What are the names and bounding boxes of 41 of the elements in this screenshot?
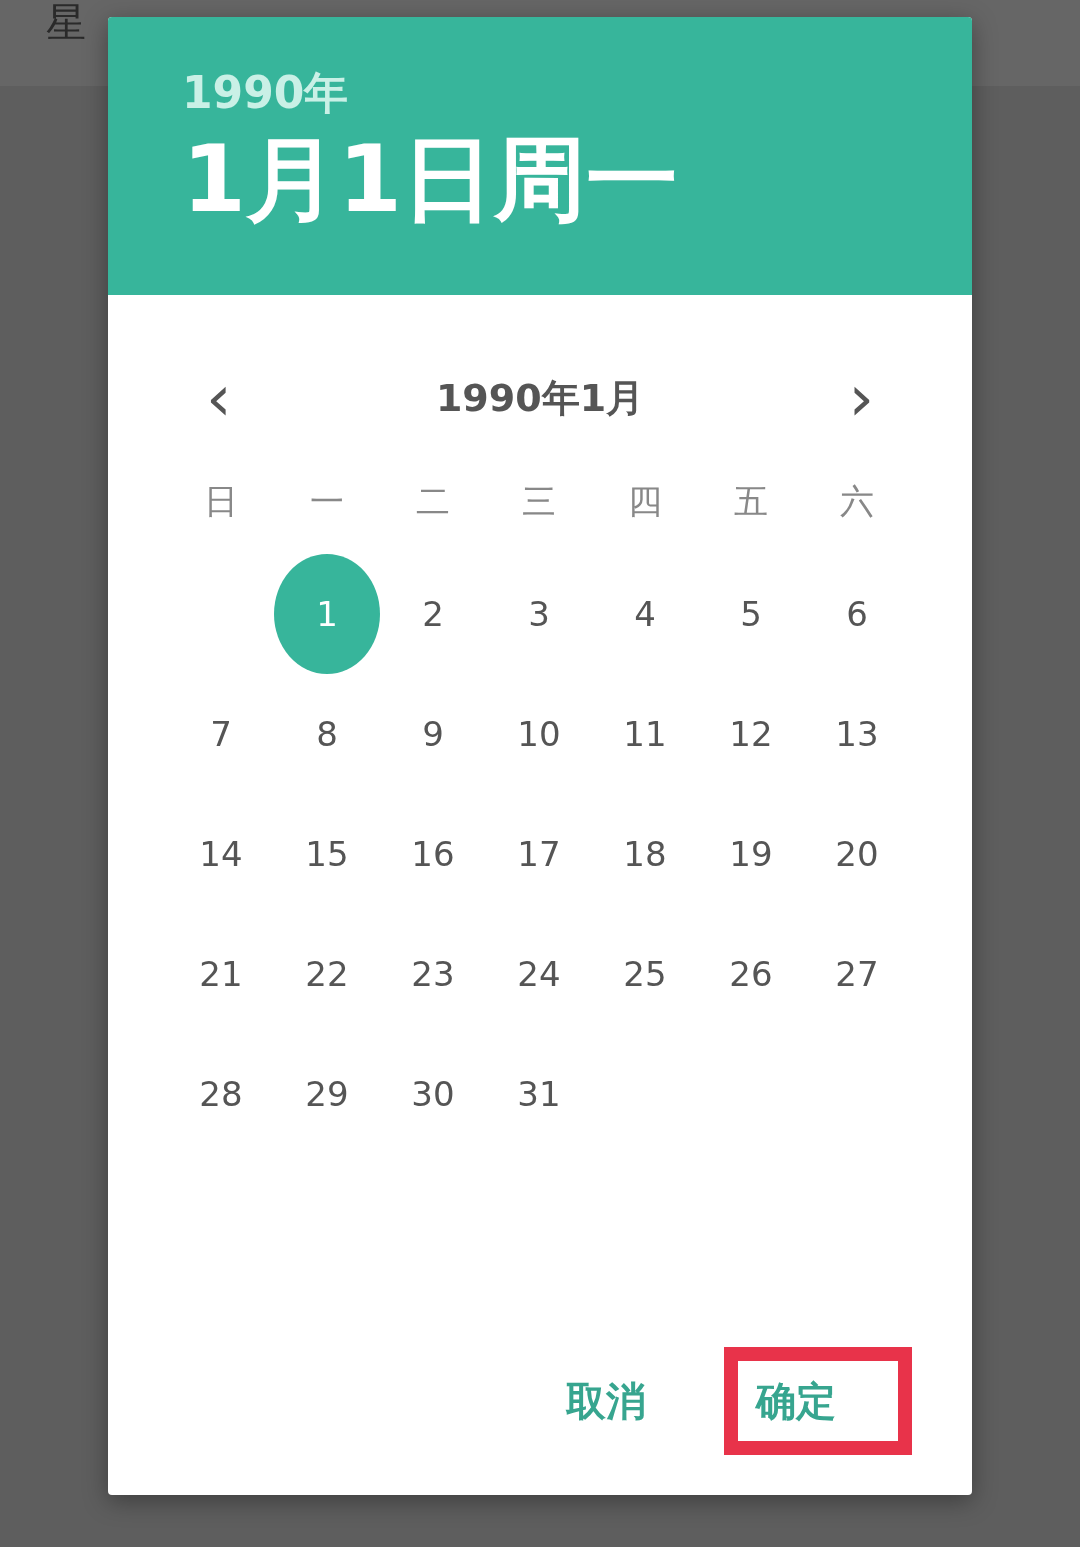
day-number[interactable]: 17	[517, 834, 561, 874]
month-title: 1990年1月	[435, 374, 645, 422]
day-number[interactable]: 22	[305, 954, 349, 994]
day-number[interactable]: 24	[517, 954, 561, 994]
day-number[interactable]: 2	[422, 594, 444, 634]
day-number[interactable]: 19	[729, 834, 773, 874]
day-number[interactable]: 11	[623, 714, 667, 754]
day-number[interactable]: 6	[846, 594, 868, 634]
day-number[interactable]: 8	[316, 714, 338, 754]
weekday-label: 一	[310, 480, 344, 523]
day-number[interactable]: 28	[199, 1074, 243, 1114]
day-number[interactable]: 7	[210, 714, 232, 754]
weekday-label: 二	[416, 480, 450, 523]
day-number[interactable]: 15	[305, 834, 349, 874]
setting-label: 星	[46, 0, 86, 44]
weekday-label: 三	[522, 480, 556, 523]
day-number[interactable]: 18	[623, 834, 667, 874]
day-number[interactable]: 5	[740, 594, 762, 634]
day-number[interactable]: 23	[411, 954, 455, 994]
day-number[interactable]: 26	[729, 954, 773, 994]
day-number[interactable]: 31	[517, 1074, 561, 1114]
day-number[interactable]: 3	[528, 594, 550, 634]
day-number[interactable]: 12	[729, 714, 773, 754]
day-number[interactable]: 30	[411, 1074, 455, 1114]
weekday-label: 六	[840, 480, 874, 523]
day-number[interactable]: 14	[199, 834, 243, 874]
day-number[interactable]: 16	[411, 834, 455, 874]
day-number[interactable]: 29	[305, 1074, 349, 1114]
day-number[interactable]: 9	[422, 714, 444, 754]
day-number[interactable]: 21	[199, 954, 243, 994]
next-month-button[interactable]: ›	[838, 368, 884, 428]
day-number[interactable]: 20	[835, 834, 879, 874]
day-number[interactable]: 4	[634, 594, 656, 634]
day-number[interactable]: 10	[517, 714, 561, 754]
weekday-label: 五	[734, 480, 768, 523]
day-number[interactable]: 27	[835, 954, 879, 994]
day-number[interactable]: 25	[623, 954, 667, 994]
day-number[interactable]: 13	[835, 714, 879, 754]
previous-month-button[interactable]: ‹	[196, 368, 242, 428]
weekday-label: 四	[628, 480, 662, 523]
weekday-label: 日	[204, 480, 238, 523]
